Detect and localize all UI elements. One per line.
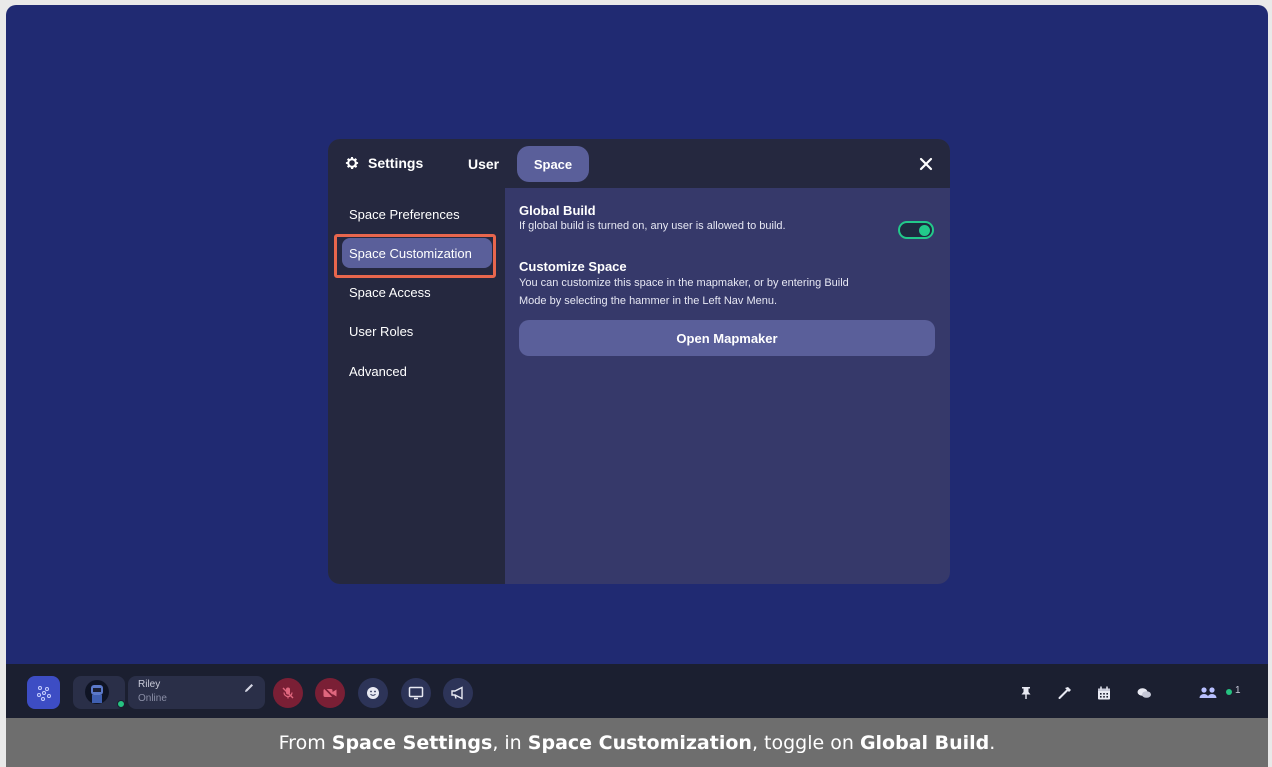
megaphone-icon bbox=[451, 686, 463, 700]
bottom-bar: Riley Online 1 bbox=[6, 664, 1268, 718]
caption-bold-3: Global Build bbox=[859, 731, 990, 754]
gear-icon bbox=[345, 157, 359, 169]
customize-space-description-line2: Mode by selecting the hammer in the Left… bbox=[519, 295, 778, 307]
highlight-box bbox=[334, 234, 496, 278]
settings-sidebar: Space Preferences Space Customization Sp… bbox=[328, 188, 505, 584]
mic-off-button[interactable] bbox=[273, 678, 303, 708]
global-build-title: Global Build bbox=[519, 203, 596, 218]
online-status-dot bbox=[117, 700, 125, 708]
open-mapmaker-button[interactable]: Open Mapmaker bbox=[519, 320, 935, 356]
modal-title: Settings bbox=[344, 155, 423, 171]
sidebar-item-advanced[interactable]: Advanced bbox=[342, 356, 492, 386]
mic-off-icon bbox=[282, 687, 294, 699]
toggle-knob bbox=[919, 225, 930, 236]
participants-online-dot bbox=[1226, 689, 1232, 695]
instruction-caption: From Space Settings, in Space Customizat… bbox=[6, 718, 1268, 767]
user-status-box[interactable]: Riley Online bbox=[128, 676, 265, 709]
participants-icon[interactable] bbox=[1198, 685, 1220, 701]
settings-content: Global Build If global build is turned o… bbox=[505, 188, 950, 584]
tab-space[interactable]: Space bbox=[517, 146, 589, 182]
global-build-toggle[interactable] bbox=[898, 221, 934, 239]
caption-text-1: From bbox=[278, 731, 332, 754]
smiley-icon bbox=[367, 687, 379, 699]
participant-count: 1 bbox=[1235, 685, 1241, 696]
user-name: Riley bbox=[138, 679, 161, 690]
caption-bold-1: Space Settings bbox=[331, 731, 493, 754]
camera-off-button[interactable] bbox=[315, 678, 345, 708]
caption-text-2: , in bbox=[492, 731, 528, 754]
avatar-image bbox=[91, 685, 103, 703]
settings-modal: Settings User Space Space Preferences Sp… bbox=[328, 139, 950, 584]
hammer-icon[interactable] bbox=[1057, 685, 1073, 701]
settings-title-label: Settings bbox=[368, 155, 424, 171]
calendar-icon[interactable] bbox=[1096, 685, 1112, 701]
modal-header: Settings User Space bbox=[328, 139, 950, 188]
avatar bbox=[85, 680, 109, 704]
monitor-icon bbox=[408, 686, 424, 700]
chat-icon[interactable] bbox=[1136, 685, 1152, 701]
sidebar-item-user-roles[interactable]: User Roles bbox=[342, 316, 492, 346]
customize-space-description-line1: You can customize this space in the mapm… bbox=[519, 277, 849, 289]
caption-text-3: , toggle on bbox=[751, 731, 860, 754]
caption-bold-2: Space Customization bbox=[527, 731, 752, 754]
avatar-button[interactable] bbox=[73, 676, 125, 709]
screen-share-button[interactable] bbox=[401, 678, 431, 708]
global-build-description: If global build is turned on, any user i… bbox=[519, 220, 786, 232]
user-status: Online bbox=[138, 693, 167, 704]
close-icon[interactable] bbox=[916, 154, 936, 174]
customize-space-title: Customize Space bbox=[519, 259, 627, 274]
caption-text-4: . bbox=[989, 731, 996, 754]
pencil-icon[interactable] bbox=[243, 682, 255, 694]
app-stage: Settings User Space Space Preferences Sp… bbox=[6, 5, 1268, 718]
sidebar-item-space-preferences[interactable]: Space Preferences bbox=[342, 199, 492, 229]
sidebar-item-space-access[interactable]: Space Access bbox=[342, 277, 492, 307]
tab-user[interactable]: User bbox=[468, 156, 499, 172]
frame: Settings User Space Space Preferences Sp… bbox=[0, 0, 1272, 767]
camera-off-icon bbox=[323, 686, 337, 700]
grid-menu-button[interactable] bbox=[27, 676, 60, 709]
announce-button[interactable] bbox=[443, 678, 473, 708]
pin-icon[interactable] bbox=[1018, 685, 1034, 701]
emoji-button[interactable] bbox=[358, 678, 388, 708]
network-icon bbox=[36, 685, 51, 701]
